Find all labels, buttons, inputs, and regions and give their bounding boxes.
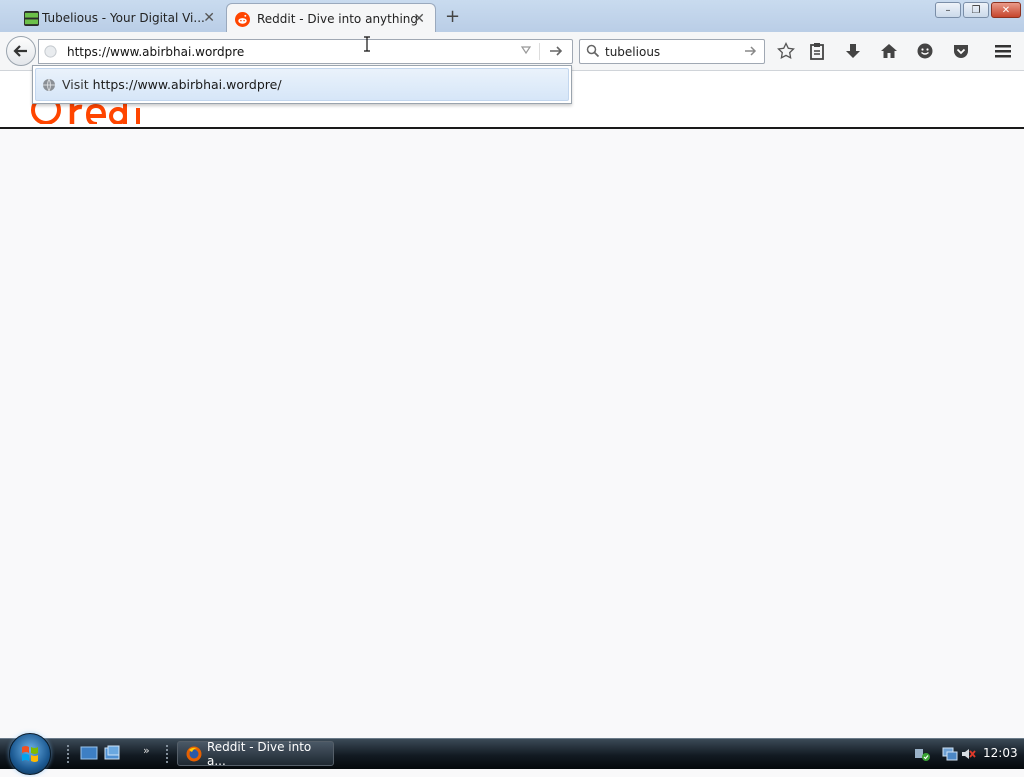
hello-chat-button[interactable]: [915, 41, 935, 61]
clipboard-icon: [810, 43, 824, 60]
url-autocomplete-popup: Visit https://www.abirbhai.wordpre/: [32, 65, 572, 104]
go-arrow-icon[interactable]: [548, 43, 564, 59]
download-arrow-icon: [846, 44, 860, 58]
pocket-icon: [954, 45, 968, 58]
new-tab-button[interactable]: +: [445, 6, 460, 27]
windows-logo-icon: [22, 746, 38, 762]
minimize-button[interactable]: –: [935, 2, 961, 18]
url-bar[interactable]: [38, 39, 573, 64]
windows-taskbar: » Reddit - Dive into a... 12:03: [0, 733, 1024, 775]
tab-close-icon[interactable]: ✕: [203, 10, 215, 26]
search-icon: [586, 44, 600, 58]
home-icon: [881, 44, 897, 58]
tray-update-icon[interactable]: [914, 746, 932, 762]
tab-title: Reddit - Dive into anything: [257, 11, 419, 26]
hamburger-menu-icon: [995, 45, 1011, 58]
start-button[interactable]: [9, 733, 51, 775]
taskbar-clock[interactable]: 12:03: [983, 746, 1018, 760]
bookmark-star-button[interactable]: [776, 41, 796, 61]
switch-windows-icon[interactable]: [103, 745, 121, 761]
tubelious-favicon-icon: [24, 11, 39, 26]
bookmarks-menu-button[interactable]: [807, 41, 827, 61]
smiley-chat-icon: [917, 43, 933, 59]
volume-muted-icon[interactable]: [960, 746, 976, 762]
quicklaunch-overflow-icon[interactable]: »: [143, 744, 150, 757]
tab-strip: Tubelious - Your Digital Vi... ✕ Reddit …: [0, 0, 1024, 33]
search-input[interactable]: tubelious: [605, 45, 660, 59]
autocomplete-url: https://www.abirbhai.wordpre/: [92, 77, 282, 92]
star-icon: [777, 42, 795, 59]
taskbar-firefox-button[interactable]: Reddit - Dive into a...: [177, 739, 334, 768]
site-identity-icon[interactable]: [43, 44, 58, 59]
tab-close-icon[interactable]: ✕: [413, 11, 425, 27]
home-button[interactable]: [879, 41, 899, 61]
back-arrow-icon: [13, 45, 27, 57]
firefox-icon: [186, 746, 202, 762]
pocket-button[interactable]: [951, 41, 971, 61]
search-go-icon[interactable]: [744, 43, 758, 59]
network-icon[interactable]: [942, 746, 958, 762]
maximize-button[interactable]: ❐: [963, 2, 989, 18]
tab-reddit[interactable]: Reddit - Dive into anything ✕: [226, 3, 436, 33]
taskbar-task-label: Reddit - Dive into a...: [207, 739, 312, 768]
page-content: [0, 71, 1024, 738]
url-bar-divider: [539, 43, 540, 60]
taskbar-grip[interactable]: [165, 744, 169, 764]
globe-icon: [43, 78, 55, 92]
autocomplete-prefix: Visit: [62, 77, 89, 92]
tab-title: Tubelious - Your Digital Vi...: [42, 11, 205, 25]
tab-tubelious[interactable]: Tubelious - Your Digital Vi... ✕: [20, 3, 225, 33]
url-input[interactable]: [67, 42, 507, 61]
text-cursor-icon: [364, 36, 370, 52]
show-desktop-icon[interactable]: [80, 745, 98, 761]
search-bar[interactable]: tubelious: [579, 39, 765, 64]
taskbar-grip[interactable]: [66, 744, 70, 764]
autocomplete-visit-row[interactable]: Visit https://www.abirbhai.wordpre/: [35, 68, 569, 101]
reddit-favicon-icon: [235, 12, 250, 27]
close-window-button[interactable]: ✕: [991, 2, 1021, 18]
chevron-down-icon[interactable]: [520, 44, 532, 56]
downloads-button[interactable]: [843, 41, 863, 61]
back-button[interactable]: [6, 36, 36, 66]
menu-button[interactable]: [993, 41, 1013, 61]
